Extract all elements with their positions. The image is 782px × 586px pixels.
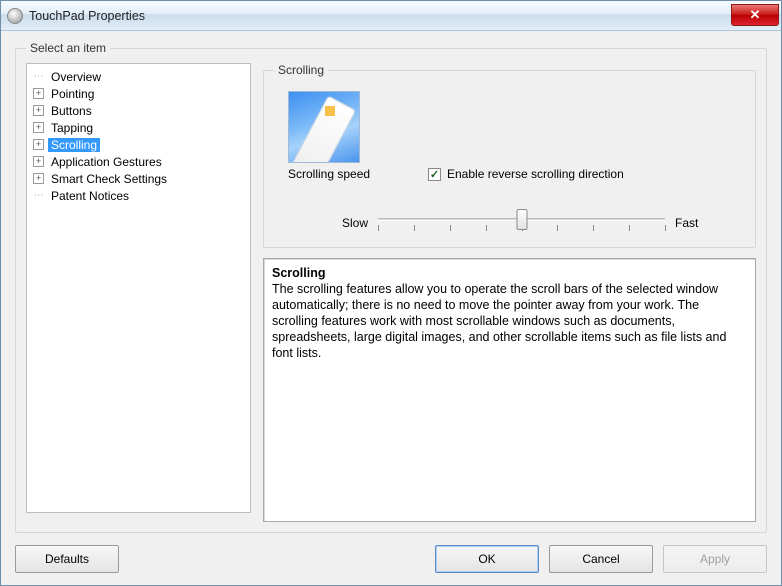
- slider-max-label: Fast: [665, 216, 721, 230]
- defaults-button[interactable]: Defaults: [15, 545, 119, 573]
- tree-item-buttons[interactable]: + Buttons: [29, 102, 248, 119]
- slider-min-label: Slow: [322, 216, 378, 230]
- tree-item-application-gestures[interactable]: + Application Gestures: [29, 153, 248, 170]
- tree-item-patent-notices[interactable]: ⋯ Patent Notices: [29, 187, 248, 204]
- slider-thumb[interactable]: [516, 209, 527, 230]
- tree-item-overview[interactable]: ⋯ Overview: [29, 68, 248, 85]
- checkbox-label: Enable reverse scrolling direction: [447, 167, 624, 181]
- window-title: TouchPad Properties: [29, 9, 145, 23]
- leaf-icon: ⋯: [33, 71, 44, 82]
- tree-item-label: Patent Notices: [48, 189, 132, 203]
- expand-icon: +: [33, 88, 44, 99]
- settings-tree[interactable]: ⋯ Overview + Pointing + Buttons + Tapping + Scrol…: [26, 63, 251, 513]
- dialog-body: Select an item ⋯ Overview + Pointing + Button…: [1, 31, 781, 585]
- description-body: The scrolling features allow you to oper…: [272, 282, 726, 360]
- close-button[interactable]: ✕: [731, 4, 779, 26]
- tree-item-tapping[interactable]: + Tapping: [29, 119, 248, 136]
- apply-button: Apply: [663, 545, 767, 573]
- scrolling-speed-slider[interactable]: Slow Fast: [274, 209, 745, 237]
- scrolling-speed-label: Scrolling speed: [288, 167, 418, 181]
- tree-item-label: Smart Check Settings: [48, 172, 170, 186]
- description-heading: Scrolling: [272, 266, 325, 280]
- expand-icon: +: [33, 139, 44, 150]
- scrolling-group-legend: Scrolling: [274, 63, 328, 77]
- tree-item-label: Scrolling: [48, 138, 100, 152]
- expand-icon: +: [33, 156, 44, 167]
- tree-item-label: Buttons: [48, 104, 95, 118]
- ok-button[interactable]: OK: [435, 545, 539, 573]
- description-panel: Scrolling The scrolling features allow y…: [263, 258, 756, 522]
- tree-item-label: Application Gestures: [48, 155, 165, 169]
- close-icon: ✕: [750, 7, 761, 23]
- tree-item-smart-check-settings[interactable]: + Smart Check Settings: [29, 170, 248, 187]
- app-icon: [7, 8, 23, 24]
- expand-icon: +: [33, 105, 44, 116]
- dialog-button-bar: Defaults OK Cancel Apply: [15, 533, 767, 573]
- tree-item-pointing[interactable]: + Pointing: [29, 85, 248, 102]
- cancel-button[interactable]: Cancel: [549, 545, 653, 573]
- tree-item-scrolling[interactable]: + Scrolling: [29, 136, 248, 153]
- reverse-scrolling-checkbox[interactable]: ✓ Enable reverse scrolling direction: [428, 167, 624, 181]
- scrolling-preview-image: [288, 91, 360, 163]
- slider-track[interactable]: [378, 209, 665, 237]
- expand-icon: +: [33, 122, 44, 133]
- tree-item-label: Pointing: [48, 87, 97, 101]
- touchpad-properties-window: TouchPad Properties ✕ Select an item ⋯ Ov…: [0, 0, 782, 586]
- scrolling-group: Scrolling Scrolling speed ✓ Enable rever…: [263, 63, 756, 248]
- checkbox-box: ✓: [428, 168, 441, 181]
- titlebar: TouchPad Properties ✕: [1, 1, 781, 31]
- leaf-icon: ⋯: [33, 190, 44, 201]
- tree-item-label: Tapping: [48, 121, 96, 135]
- tree-item-label: Overview: [48, 70, 104, 84]
- expand-icon: +: [33, 173, 44, 184]
- select-item-group: Select an item ⋯ Overview + Pointing + Button…: [15, 41, 767, 533]
- select-item-legend: Select an item: [26, 41, 110, 55]
